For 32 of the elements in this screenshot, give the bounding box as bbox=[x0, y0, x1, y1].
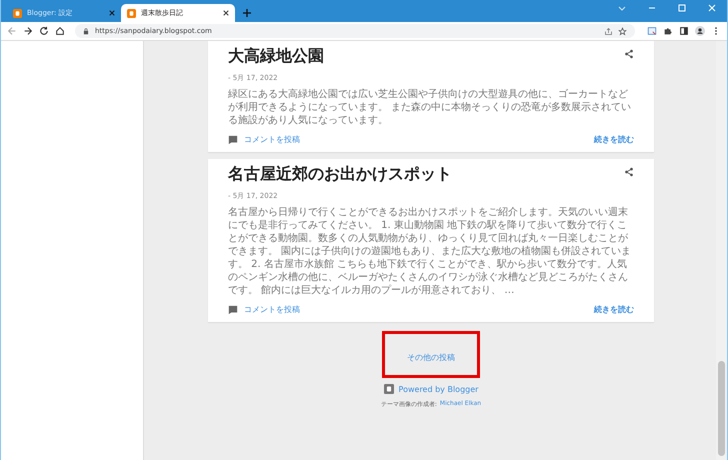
puzzle-icon[interactable] bbox=[663, 26, 673, 36]
post-title[interactable]: 大高緑地公園 bbox=[228, 46, 324, 67]
blogger-icon bbox=[13, 8, 22, 18]
powered-by-link[interactable]: Powered by Blogger bbox=[398, 384, 478, 394]
maximize-icon[interactable] bbox=[677, 3, 687, 13]
close-icon[interactable] bbox=[223, 10, 229, 16]
post-title[interactable]: 名古屋近郊のお出かけスポット bbox=[228, 164, 452, 185]
sidebar-icon[interactable] bbox=[679, 26, 689, 36]
share-icon[interactable] bbox=[604, 26, 613, 36]
forward-icon[interactable] bbox=[23, 26, 33, 36]
blogger-icon bbox=[127, 8, 136, 18]
lock-icon bbox=[83, 28, 89, 34]
home-icon[interactable] bbox=[55, 26, 65, 36]
window-icon[interactable] bbox=[647, 26, 657, 36]
post-snippet: 緑区にある大高緑地公園では広い芝生公園や子供向けの大型遊具の他に、ゴーカートなどが利用できるようになっています。 また森の中に本物そっくりの恐竜が多数展示されている施設があり人気になっています。 bbox=[228, 88, 632, 127]
blogger-icon bbox=[384, 384, 394, 394]
post-snippet: 名古屋から日帰りで行くことができるお出かけスポットをご紹介します。天気のいい週末にでも是非行ってみてください。 1. 東山動物園 地下鉄の駅を降りて歩いて数分で行くことができる動物園。数多くの人気動物があり、ゆっくり見て回れば丸々一日楽しむことができます。 園内には子供向けの遊園地もあり、また広大な敷地の植物園も併設されています。 2. 名古屋市水族館 こちらも地下鉄で行くことができ、駅から歩いて数分です。人気のペンギン水槽の他に、ベルーガやたくさんのイワシが泳ぐ水槽など見どころがたくさんです。 館内には巨大なイルカ用のプールが用意されており、 … bbox=[228, 206, 632, 297]
reload-icon[interactable] bbox=[39, 26, 49, 36]
comment-link[interactable]: コメントを投稿 bbox=[244, 134, 300, 145]
scrollbar-thumb[interactable] bbox=[718, 361, 725, 456]
share-icon[interactable] bbox=[624, 167, 634, 177]
more-posts-link[interactable]: その他の投稿 bbox=[407, 353, 455, 362]
comment-icon bbox=[228, 134, 238, 144]
read-more-link[interactable]: 続きを読む bbox=[594, 304, 634, 315]
close-icon[interactable] bbox=[109, 10, 115, 16]
comment-icon bbox=[228, 304, 238, 314]
comment-link[interactable]: コメントを投稿 bbox=[244, 304, 300, 315]
read-more-link[interactable]: 続きを読む bbox=[594, 134, 634, 145]
share-icon[interactable] bbox=[624, 49, 634, 59]
profile-icon[interactable] bbox=[695, 26, 705, 36]
plus-icon[interactable] bbox=[243, 9, 251, 17]
star-icon[interactable] bbox=[618, 26, 627, 36]
